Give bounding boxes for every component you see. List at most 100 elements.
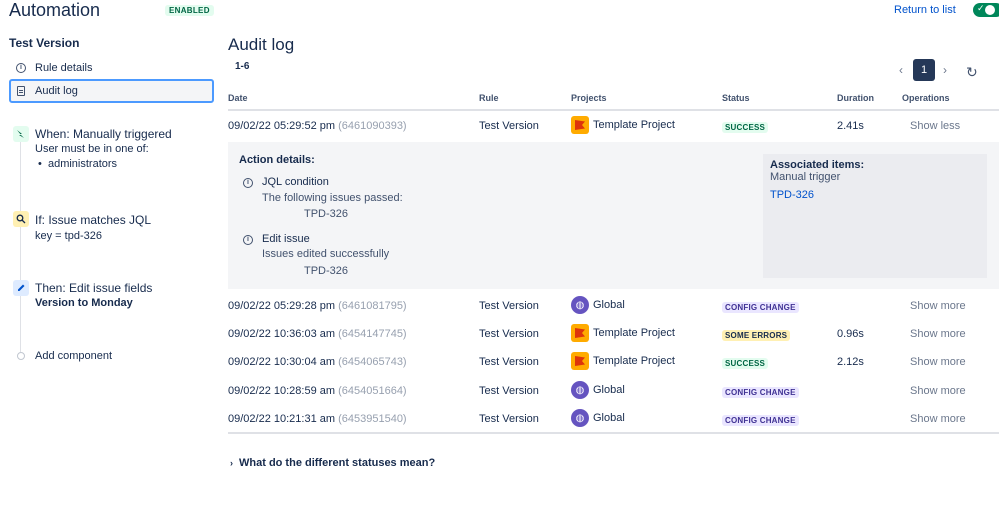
column-header-date: Date <box>228 93 248 103</box>
project-name: Global <box>593 412 625 424</box>
project-name: Template Project <box>593 119 675 131</box>
add-component-dot <box>17 352 25 360</box>
row-project: Template Project <box>571 324 675 342</box>
row-rule: Test Version <box>479 328 539 340</box>
action-component-title[interactable]: Then: Edit issue fields <box>35 281 152 295</box>
row-status: SUCCESS <box>722 121 769 133</box>
execution-id: (6461081795) <box>338 300 407 312</box>
row-rule: Test Version <box>479 385 539 397</box>
flag-icon <box>571 116 589 134</box>
chevron-right-icon: › <box>230 458 233 468</box>
show-more-button[interactable]: Show more <box>910 300 966 312</box>
show-more-button[interactable]: Show more <box>910 356 966 368</box>
component-timeline <box>20 140 21 352</box>
document-icon <box>15 85 27 97</box>
row-date: 09/02/22 10:28:59 am (6454051664) <box>228 385 407 397</box>
execution-id: (6454051664) <box>338 385 407 397</box>
sidebar-item-label: Audit log <box>35 85 78 97</box>
row-status: CONFIG CHANGE <box>722 386 799 398</box>
sidebar-item-rule-details[interactable]: i Rule details <box>9 56 214 80</box>
show-more-button[interactable]: Show more <box>910 413 966 425</box>
project-name: Template Project <box>593 355 675 367</box>
column-header-operations: Operations <box>902 93 950 103</box>
row-rule: Test Version <box>479 300 539 312</box>
check-icon: ✓ <box>977 3 985 13</box>
globe-icon: ◍ <box>571 409 589 427</box>
status-badge: SOME ERRORS <box>722 330 791 341</box>
return-to-list-link[interactable]: Return to list <box>894 4 956 16</box>
row-date: 09/02/22 05:29:28 pm (6461081795) <box>228 300 407 312</box>
date-text: 09/02/22 10:30:04 am <box>228 356 336 368</box>
execution-id: (6461090393) <box>338 120 407 132</box>
status-badge: SUCCESS <box>722 358 769 369</box>
pencil-icon <box>13 280 29 296</box>
add-component-link[interactable]: Add component <box>35 350 112 362</box>
status-badge: CONFIG CHANGE <box>722 387 799 398</box>
flag-icon <box>571 324 589 342</box>
row-duration: 2.12s <box>837 356 864 368</box>
trigger-bullet: • administrators <box>38 158 118 170</box>
status-badge: CONFIG CHANGE <box>722 302 799 313</box>
show-more-button[interactable]: Show more <box>910 328 966 340</box>
row-date: 09/02/22 05:29:52 pm (6461090393) <box>228 120 407 132</box>
rule-enabled-toggle[interactable]: ✓ <box>973 3 999 17</box>
header-divider <box>228 109 999 111</box>
row-rule: Test Version <box>479 413 539 425</box>
chevron-right-icon[interactable]: › <box>943 63 947 77</box>
row-status: CONFIG CHANGE <box>722 301 799 313</box>
detail-action-sub: Issues edited successfully <box>262 248 390 260</box>
row-status: CONFIG CHANGE <box>722 414 799 426</box>
status-badge: CONFIG CHANGE <box>722 415 799 426</box>
globe-icon: ◍ <box>571 381 589 399</box>
trigger-component-text: User must be in one of: <box>35 143 149 155</box>
detail-action-sub: The following issues passed: <box>262 192 403 204</box>
trigger-bullet-text: administrators <box>47 158 118 170</box>
status-help-label: What do the different statuses mean? <box>239 457 436 469</box>
project-name: Global <box>593 299 625 311</box>
detail-action-title: Edit issue <box>262 233 310 245</box>
issue-link[interactable]: TPD-326 <box>770 189 814 201</box>
date-text: 09/02/22 05:29:52 pm <box>228 120 336 132</box>
row-project: Template Project <box>571 116 675 134</box>
condition-component-text: key = tpd-326 <box>35 230 102 242</box>
row-project: Template Project <box>571 352 675 370</box>
result-range: 1-6 <box>235 61 250 72</box>
row-rule: Test Version <box>479 120 539 132</box>
row-rule: Test Version <box>479 356 539 368</box>
execution-id: (6454147745) <box>338 328 407 340</box>
app-title: Automation <box>9 0 101 20</box>
date-text: 09/02/22 10:21:31 am <box>228 413 336 425</box>
associated-items-text: Manual trigger <box>770 171 841 183</box>
show-more-button[interactable]: Show more <box>910 385 966 397</box>
row-status: SOME ERRORS <box>722 329 791 341</box>
row-project: ◍ Global <box>571 409 625 427</box>
flag-icon <box>571 352 589 370</box>
refresh-icon[interactable]: ↻ <box>966 64 978 81</box>
associated-items-heading: Associated items: <box>770 159 865 171</box>
row-duration: 2.41s <box>837 120 864 132</box>
action-component-text: Version to Monday <box>35 297 133 309</box>
table-bottom-divider <box>228 432 999 434</box>
detail-action-value: TPD-326 <box>304 208 349 220</box>
info-icon: i <box>243 235 253 245</box>
row-date: 09/02/22 10:21:31 am (6453951540) <box>228 413 407 425</box>
project-name: Global <box>593 384 625 396</box>
condition-component-title[interactable]: If: Issue matches JQL <box>35 213 151 227</box>
date-text: 09/02/22 10:28:59 am <box>228 385 336 397</box>
trigger-component-title[interactable]: When: Manually triggered <box>35 127 172 141</box>
date-text: 09/02/22 05:29:28 pm <box>228 300 336 312</box>
page-title: Audit log <box>228 35 295 54</box>
enabled-badge: ENABLED <box>165 5 214 16</box>
column-header-projects: Projects <box>571 93 607 103</box>
page-button[interactable]: 1 <box>913 59 935 81</box>
chevron-left-icon[interactable]: ‹ <box>899 63 903 77</box>
row-date: 09/02/22 10:36:03 am (6454147745) <box>228 328 407 340</box>
sidebar-item-label: Rule details <box>35 62 93 74</box>
sidebar-item-audit-log[interactable]: Audit log <box>9 79 214 103</box>
column-header-rule: Rule <box>479 93 499 103</box>
detail-action-value: TPD-326 <box>304 265 349 277</box>
row-project: ◍ Global <box>571 296 625 314</box>
date-text: 09/02/22 10:36:03 am <box>228 328 336 340</box>
status-help-expander[interactable]: › What do the different statuses mean? <box>230 457 435 469</box>
show-less-button[interactable]: Show less <box>910 120 960 132</box>
